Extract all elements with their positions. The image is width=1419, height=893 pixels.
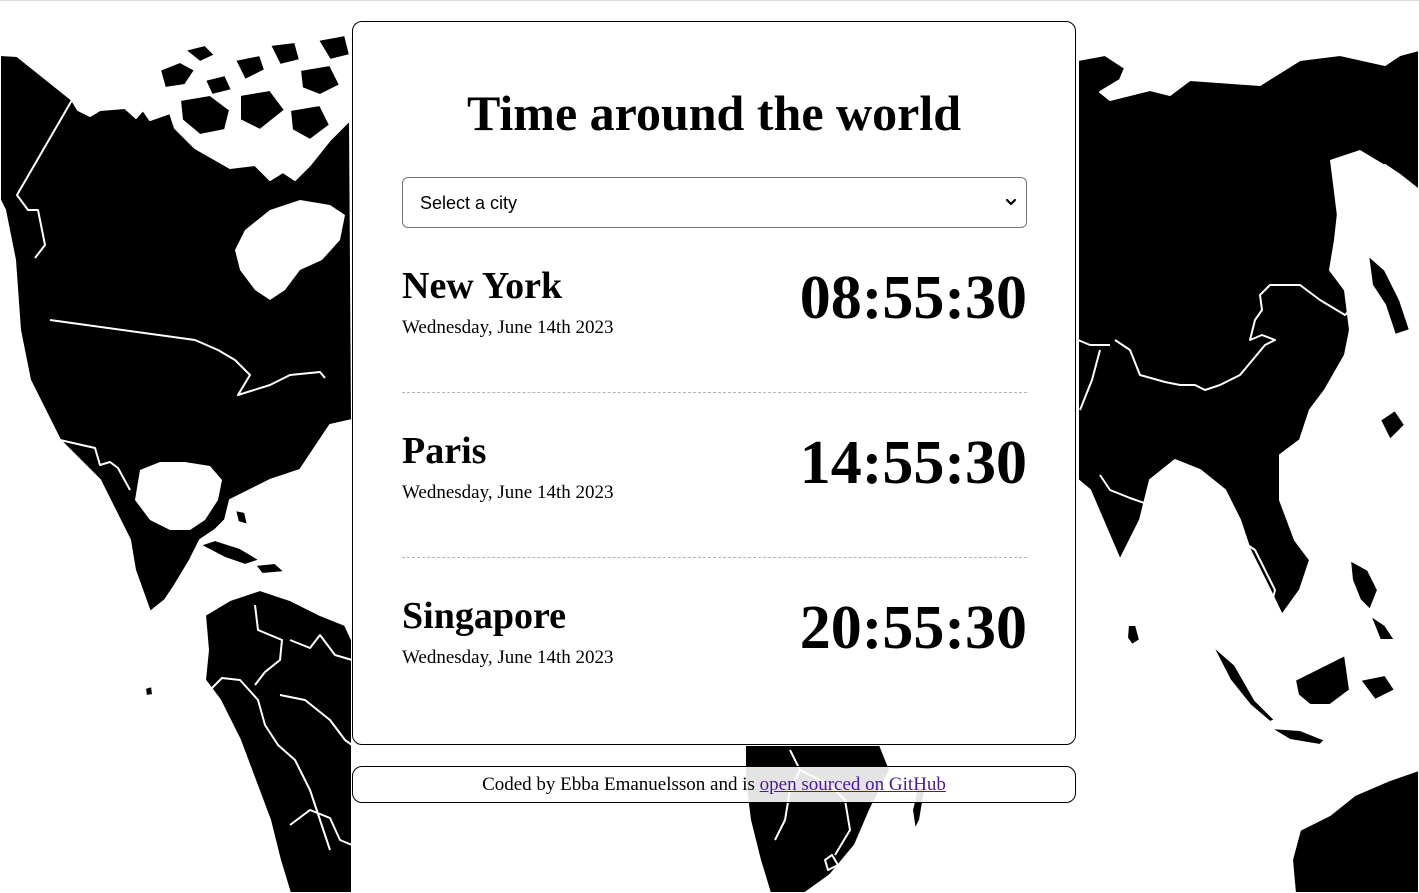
city-select-dropdown[interactable]: Select a city: [402, 177, 1027, 228]
footer-text: Coded by Ebba Emanuelsson and is: [482, 774, 760, 795]
city-date: Wednesday, June 14th 2023: [402, 647, 614, 668]
world-clock-card: Time around the world Select a city New …: [352, 21, 1076, 745]
city-name: Singapore: [402, 595, 567, 637]
github-link[interactable]: open sourced on GitHub: [760, 774, 946, 795]
city-date: Wednesday, June 14th 2023: [402, 482, 614, 503]
city-name: New York: [402, 265, 563, 307]
city-row-singapore: Singapore Wednesday, June 14th 2023 20:5…: [402, 558, 1027, 723]
city-row-new-york: New York Wednesday, June 14th 2023 08:55…: [402, 228, 1027, 393]
footer: Coded by Ebba Emanuelsson and is open so…: [352, 766, 1076, 803]
city-name: Paris: [402, 430, 487, 472]
page-title: Time around the world: [466, 85, 962, 141]
city-date: Wednesday, June 14th 2023: [402, 317, 614, 338]
city-time: 14:55:30: [799, 429, 1027, 497]
city-row-paris: Paris Wednesday, June 14th 2023 14:55:30: [402, 393, 1027, 558]
city-time: 20:55:30: [799, 594, 1027, 662]
landmass-australia: [1291, 769, 1419, 893]
top-border-line: [0, 0, 1419, 1]
city-time: 08:55:30: [799, 264, 1027, 332]
city-select-value: Select a city: [420, 193, 518, 213]
landmass-eurasia: [1077, 49, 1419, 616]
chevron-down-icon: [1005, 198, 1017, 206]
